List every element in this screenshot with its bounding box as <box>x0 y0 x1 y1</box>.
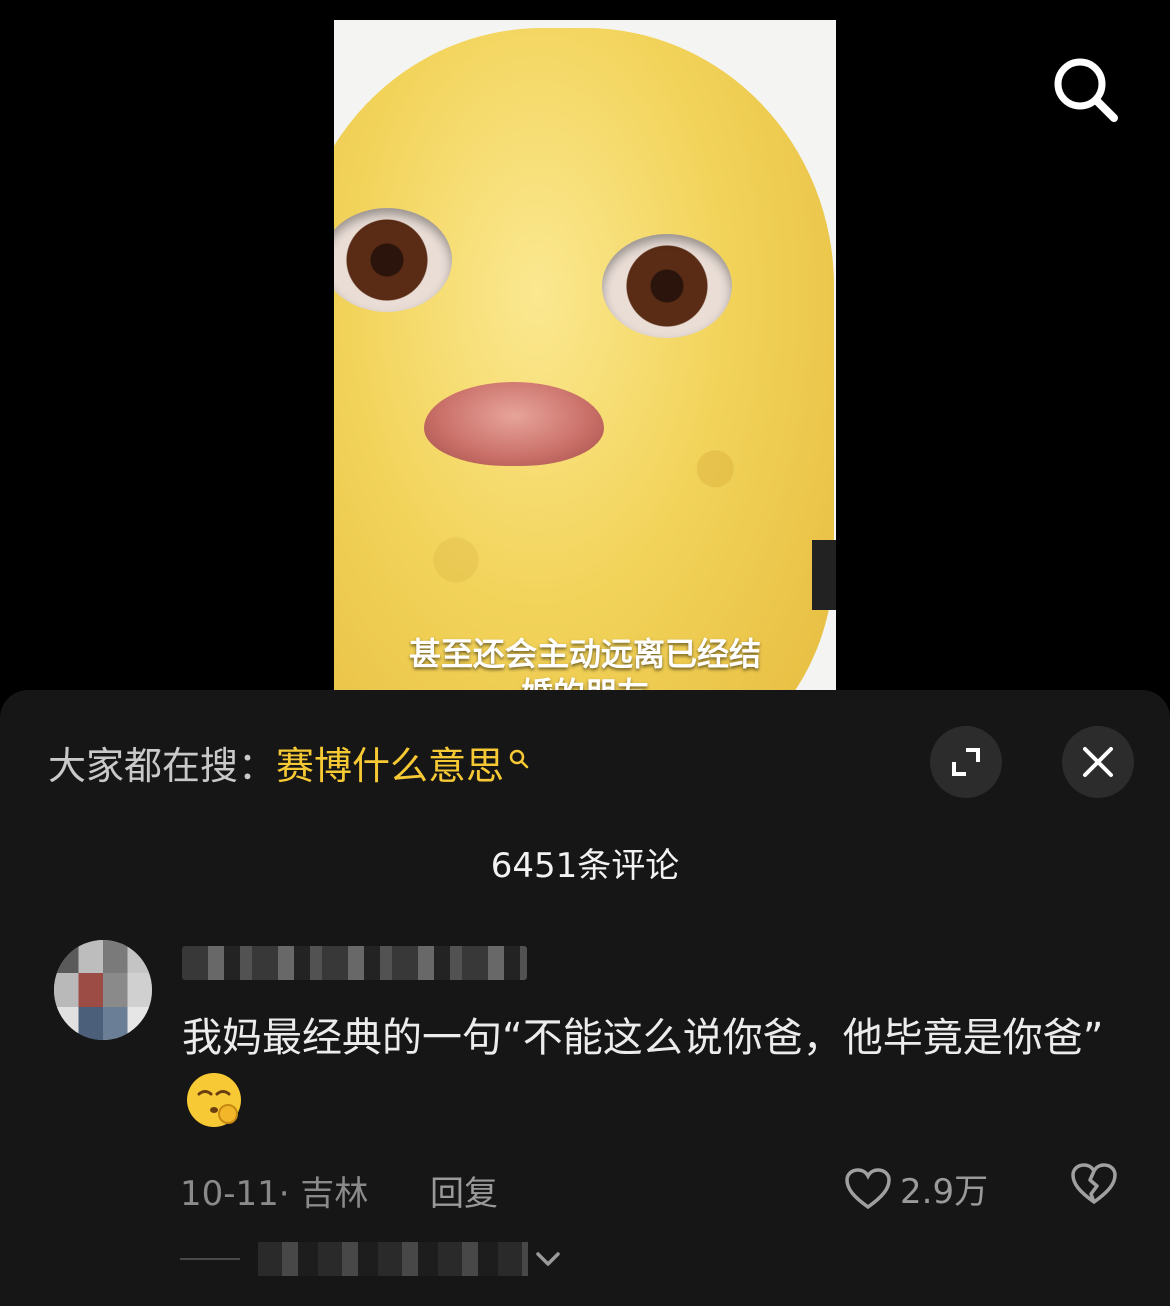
comment-count: 6451条评论 <box>490 846 680 886</box>
close-button[interactable] <box>1062 726 1134 798</box>
left-eye <box>334 208 452 312</box>
video-player[interactable]: 甚至还会主动远离已经结 婚的朋友 <box>334 20 836 720</box>
search-icon <box>1054 58 1118 122</box>
expand-icon <box>952 748 980 776</box>
avatar[interactable] <box>54 940 152 1040</box>
broken-heart-icon <box>1071 1163 1117 1205</box>
face-emoji-icon <box>187 1073 241 1127</box>
app-screen: 甚至还会主动远离已经结 婚的朋友 大家都在搜：赛博什么意思 <box>0 0 1170 1306</box>
comment-text: 我妈最经典的一句“不能这么说你爸，他毕竟是你爸” <box>182 1008 1112 1130</box>
hot-search-magnifier-icon <box>508 735 530 779</box>
heart-icon <box>845 1167 891 1209</box>
subtitle-line-1: 甚至还会主动远离已经结 <box>408 635 761 673</box>
expand-replies-row[interactable] <box>180 1242 562 1276</box>
hot-search-query[interactable]: 赛博什么意思 <box>276 744 504 788</box>
search-button[interactable] <box>1050 54 1120 124</box>
reply-button[interactable]: 回复 <box>430 1166 498 1215</box>
hot-search-prefix: 大家都在搜： <box>48 744 277 788</box>
right-eye <box>602 234 732 338</box>
comment-sheet: 大家都在搜：赛博什么意思 6451条评论 我妈最经典的一句“不能这么说你爸，他毕… <box>0 690 1170 1306</box>
comment-body: 我妈最经典的一句“不能这么说你爸，他毕竟是你爸” <box>182 1015 1104 1061</box>
reply-divider <box>180 1258 240 1260</box>
dislike-button[interactable] <box>1070 1162 1118 1210</box>
like-count: 2.9万 <box>900 1172 989 1212</box>
hot-search-bar[interactable]: 大家都在搜：赛博什么意思 <box>48 735 530 790</box>
expand-button[interactable] <box>930 726 1002 798</box>
video-background-object <box>812 540 836 610</box>
mouth <box>424 382 604 466</box>
chevron-down-icon <box>536 1252 560 1266</box>
close-icon <box>1083 747 1113 777</box>
comment-date-location: 10-11· 吉林 <box>180 1174 369 1214</box>
expand-replies-label-blurred <box>258 1242 528 1276</box>
like-button[interactable]: 2.9万 <box>844 1164 988 1213</box>
username-blurred[interactable] <box>182 946 527 980</box>
video-frame-potato-character <box>334 28 834 720</box>
